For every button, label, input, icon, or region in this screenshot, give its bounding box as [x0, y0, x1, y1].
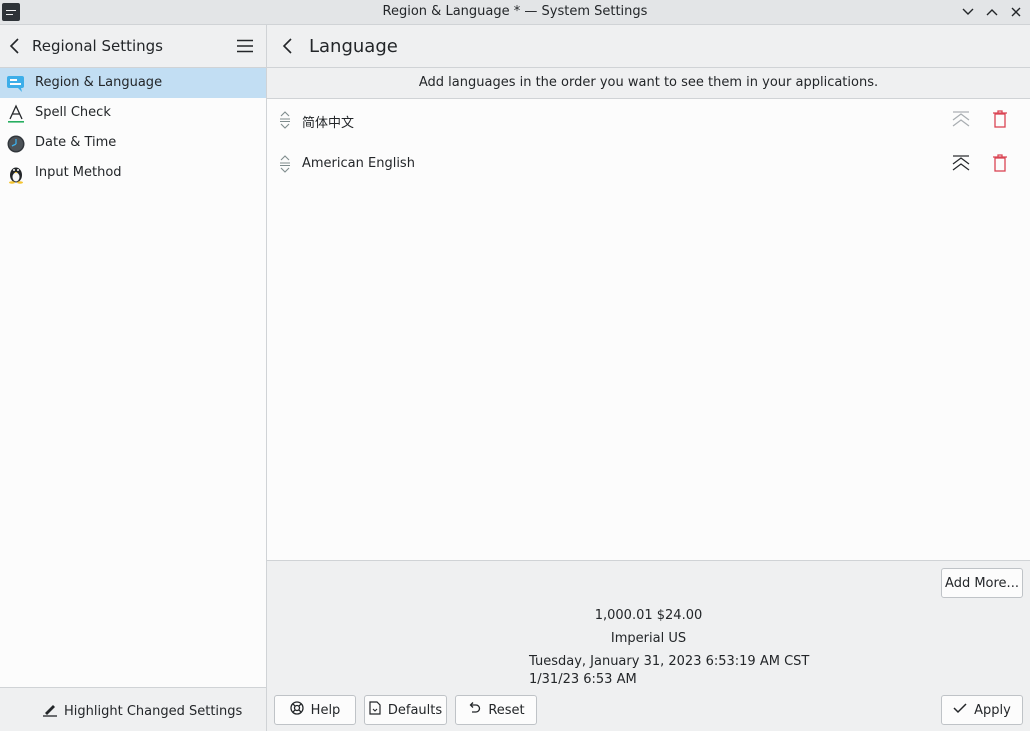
language-name: 简体中文 — [302, 116, 355, 131]
sidebar-footer: Highlight Changed Settings — [0, 687, 266, 731]
checkmark-icon — [953, 702, 967, 718]
short-date-preview: 1/31/23 6:53 AM — [529, 672, 637, 687]
reset-label: Reset — [488, 702, 525, 718]
help-icon — [290, 701, 304, 719]
move-to-top-icon[interactable] — [951, 153, 971, 177]
window-title: Region & Language * — System Settings — [382, 4, 648, 19]
list-item[interactable]: 简体中文 — [267, 99, 1030, 143]
window-titlebar: Region & Language * — System Settings — [0, 0, 1030, 25]
list-item[interactable]: American English — [267, 143, 1030, 187]
highlight-changed-settings-button[interactable]: Highlight Changed Settings — [42, 701, 242, 721]
delete-icon[interactable] — [991, 109, 1009, 133]
penguin-icon — [6, 164, 26, 184]
move-to-top-icon — [951, 109, 971, 133]
undo-icon — [467, 701, 481, 719]
defaults-label: Defaults — [387, 702, 443, 718]
sidebar-item-label: Date & Time — [35, 135, 117, 150]
language-name: American English — [302, 156, 415, 171]
help-label: Help — [310, 702, 341, 718]
sidebar-item-input-method[interactable]: Input Method — [0, 158, 266, 188]
number-format-preview: 1,000.01 $24.00 — [594, 608, 703, 623]
clock-icon — [6, 134, 26, 154]
maximize-icon[interactable] — [982, 2, 1002, 22]
drag-handle-icon[interactable] — [279, 111, 291, 133]
help-button[interactable]: Help — [274, 695, 356, 725]
measurement-preview: Imperial US — [610, 631, 687, 646]
hamburger-menu-icon[interactable] — [236, 39, 254, 57]
sidebar-item-label: Region & Language — [35, 75, 163, 90]
close-icon[interactable] — [1006, 2, 1026, 22]
add-more-button[interactable]: Add More... — [941, 568, 1023, 598]
reset-button[interactable]: Reset — [455, 695, 537, 725]
sidebar-item-date-time[interactable]: Date & Time — [0, 128, 266, 158]
region-language-icon — [6, 74, 26, 94]
defaults-button[interactable]: Defaults — [364, 695, 447, 725]
back-icon[interactable] — [281, 37, 295, 59]
language-list: 简体中文 American English — [267, 99, 1030, 561]
sidebar-item-spell-check[interactable]: Spell Check — [0, 98, 266, 128]
back-icon[interactable] — [8, 37, 22, 59]
spell-check-icon — [6, 104, 26, 124]
apply-button[interactable]: Apply — [941, 695, 1023, 725]
drag-handle-icon[interactable] — [279, 155, 291, 177]
main-header: Language — [267, 25, 1030, 68]
page-title: Language — [309, 36, 398, 57]
delete-icon[interactable] — [991, 153, 1009, 177]
long-date-preview: Tuesday, January 31, 2023 6:53:19 AM CST — [529, 654, 810, 669]
sidebar: Regional Settings Region & Language Spel… — [0, 25, 267, 731]
apply-label: Apply — [974, 702, 1011, 718]
add-more-label: Add More... — [945, 575, 1019, 591]
sidebar-header: Regional Settings — [0, 25, 266, 68]
sidebar-title: Regional Settings — [32, 37, 164, 55]
sidebar-item-label: Spell Check — [35, 105, 111, 120]
document-defaults-icon — [369, 701, 381, 719]
info-message: Add languages in the order you want to s… — [267, 68, 1030, 99]
sidebar-item-label: Input Method — [35, 165, 122, 180]
minimize-icon[interactable] — [958, 2, 978, 22]
highlight-changed-settings-label: Highlight Changed Settings — [64, 703, 243, 719]
highlighter-icon — [42, 701, 58, 721]
main-panel: Language Add languages in the order you … — [267, 25, 1030, 731]
sidebar-item-region-language[interactable]: Region & Language — [0, 68, 266, 98]
